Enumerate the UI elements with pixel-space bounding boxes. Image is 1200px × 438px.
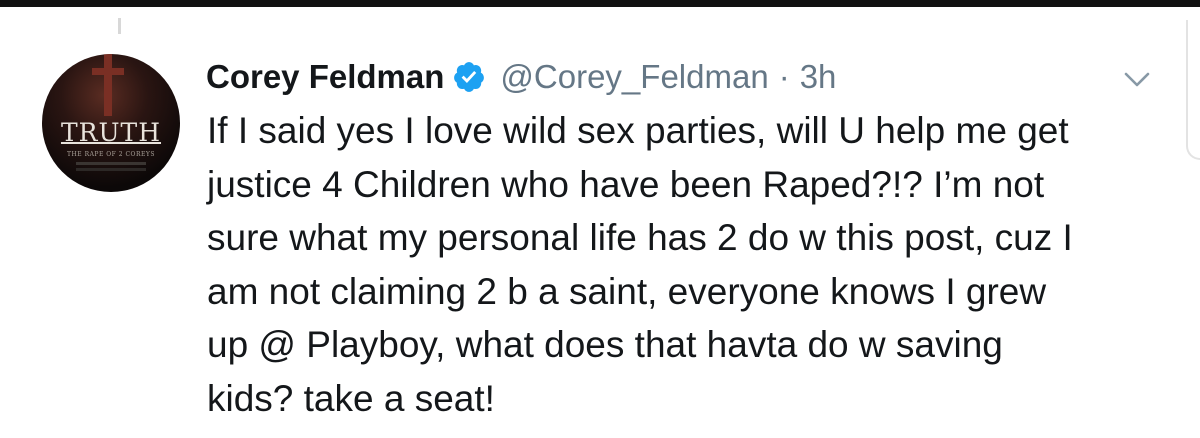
tweet-text: If I said yes I love wild sex parties, w… [207,104,1182,425]
avatar[interactable]: TRUTH THE RAPE OF 2 COREYS [42,54,180,192]
avatar-decoration [76,162,146,165]
tweet-text-line: am not claiming 2 b a saint, everyone kn… [207,270,1047,312]
author-handle[interactable]: @Corey_Feldman [500,58,768,96]
tweet-text-line: If I said yes I love wild sex parties, w… [207,110,1069,151]
tweet-text-line: kids? take a seat! [207,377,495,419]
tweet-text-line: justice 4 Children who have been Raped?!… [207,163,1045,205]
meta-separator: · [778,58,790,95]
thread-connector-line [118,18,121,34]
cross-silhouette-icon [92,54,124,116]
author-name[interactable]: Corey Feldman [206,58,444,96]
tweet-text-line: up @ Playboy, what does that havta do w … [207,324,1003,365]
tweet-text-line: sure what my personal life has 2 do w th… [207,217,1073,258]
avatar-subtitle: THE RAPE OF 2 COREYS [67,151,155,158]
chevron-down-icon[interactable] [1118,60,1156,98]
avatar-title: TRUTH [60,118,162,147]
adjacent-card-edge [1186,20,1200,160]
verified-badge-icon [454,62,485,92]
top-edge-bar [0,0,1200,7]
tweet-header: Corey Feldman @Corey_Feldman · 3h [206,50,836,104]
tweet-timestamp[interactable]: 3h [800,58,837,96]
